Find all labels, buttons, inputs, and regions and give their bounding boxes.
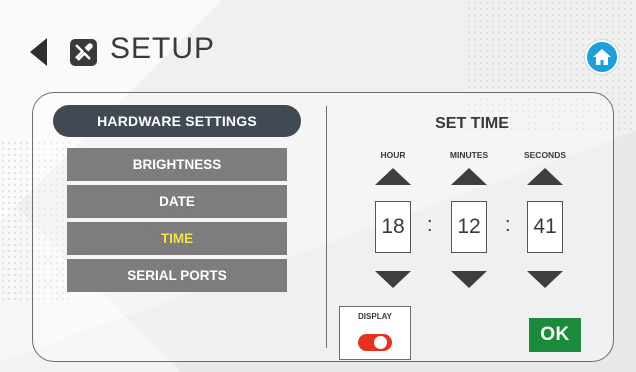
menu-item-date[interactable]: DATE [67, 185, 287, 218]
minutes-label: MINUTES [449, 150, 489, 160]
hour-label: HOUR [380, 150, 406, 160]
seconds-label: SECONDS [523, 150, 567, 160]
display-label: DISPLAY [358, 312, 392, 321]
hardware-settings-header: HARDWARE SETTINGS [53, 105, 301, 137]
page-title: SETUP [110, 32, 216, 65]
display-toggle[interactable] [358, 334, 392, 351]
hour-down-arrow-icon[interactable] [375, 271, 411, 288]
seconds-up-arrow-icon[interactable] [527, 168, 563, 185]
seconds-down-arrow-icon[interactable] [527, 271, 563, 288]
hour-up-arrow-icon[interactable] [375, 168, 411, 185]
back-button[interactable] [30, 38, 48, 66]
home-button[interactable] [585, 40, 619, 74]
menu-item-brightness[interactable]: BRIGHTNESS [67, 148, 287, 181]
hour-field[interactable]: 18 [375, 201, 411, 253]
panel-divider [326, 106, 327, 348]
minutes-field[interactable]: 12 [451, 201, 487, 253]
seconds-field[interactable]: 41 [527, 201, 563, 253]
minutes-up-arrow-icon[interactable] [451, 168, 487, 185]
minutes-down-arrow-icon[interactable] [451, 271, 487, 288]
menu-item-time[interactable]: TIME [67, 222, 287, 255]
wrench-screwdriver-icon [70, 39, 97, 66]
back-arrow-icon [30, 38, 47, 66]
toggle-knob [374, 336, 387, 349]
display-toggle-box: DISPLAY [339, 306, 411, 360]
home-icon [593, 49, 611, 65]
time-separator: : [505, 214, 511, 236]
menu-item-serial-ports[interactable]: SERIAL PORTS [67, 259, 287, 292]
ok-button[interactable]: OK [529, 318, 581, 352]
time-separator: : [427, 214, 433, 236]
set-time-title: SET TIME [435, 115, 509, 132]
